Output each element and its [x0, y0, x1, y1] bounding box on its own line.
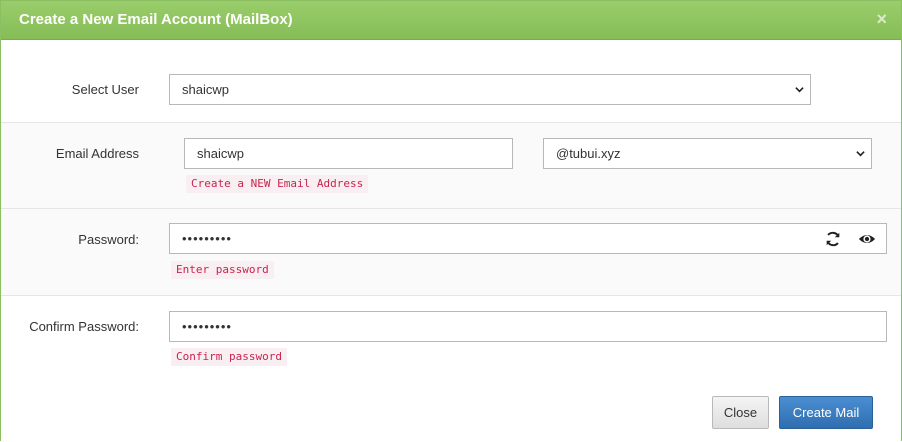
email-local-part-input[interactable]: shaicwp	[184, 138, 513, 169]
password-input[interactable]: •••••••••	[169, 223, 887, 254]
email-domain-value: @tubui.xyz	[556, 146, 621, 161]
modal-header: Create a New Email Account (MailBox) ×	[1, 1, 901, 40]
close-button[interactable]: Close	[712, 396, 769, 429]
email-domain-select[interactable]: @tubui.xyz	[543, 138, 872, 169]
confirm-password-value: •••••••••	[182, 319, 232, 334]
email-address-label: Email Address	[55, 146, 139, 161]
modal-title: Create a New Email Account (MailBox)	[19, 11, 293, 28]
select-user-row: Select User shaicwp	[1, 41, 901, 123]
refresh-icon[interactable]	[824, 230, 842, 248]
chevron-down-icon	[856, 151, 865, 157]
select-user-value: shaicwp	[182, 82, 229, 97]
create-mailbox-modal: Create a New Email Account (MailBox) × S…	[0, 0, 902, 442]
email-address-hint: Create a NEW Email Address	[186, 175, 369, 193]
confirm-password-hint: Confirm password	[171, 348, 287, 366]
create-mail-button[interactable]: Create Mail	[779, 396, 873, 429]
email-local-part-value: shaicwp	[197, 146, 244, 161]
password-hint: Enter password	[171, 261, 274, 279]
eye-icon[interactable]	[858, 230, 876, 248]
email-address-row: Email Address shaicwp @tubui.xyz Create …	[1, 123, 901, 209]
password-label: Password:	[78, 232, 139, 247]
chevron-down-icon	[795, 87, 804, 93]
close-icon[interactable]: ×	[876, 9, 887, 29]
confirm-password-input[interactable]: •••••••••	[169, 311, 887, 342]
select-user-label: Select User	[71, 82, 139, 97]
confirm-password-label: Confirm Password:	[29, 319, 139, 334]
password-row: Password: ••••••••• Enter password	[1, 209, 901, 296]
password-value: •••••••••	[182, 231, 232, 246]
select-user-dropdown[interactable]: shaicwp	[169, 74, 811, 105]
